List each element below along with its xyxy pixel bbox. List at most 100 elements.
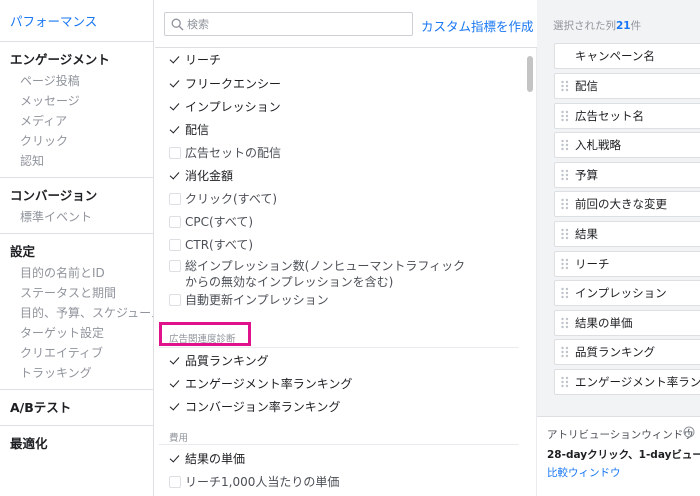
selected-column-delivery[interactable]: 配信 — [554, 73, 700, 99]
metric-label: エンゲージメント率ランキング — [185, 377, 353, 391]
drag-handle-icon[interactable] — [560, 139, 570, 151]
selected-columns-title-text: 選択された列 — [553, 20, 616, 32]
metrics-scrollbar[interactable] — [527, 56, 533, 92]
metric-ctr-all[interactable]: CTR(すべて) — [169, 237, 253, 253]
search-box[interactable] — [164, 12, 413, 36]
selected-column-label: 予算 — [575, 167, 598, 182]
metric-engagement-rate-ranking[interactable]: エンゲージメント率ランキング — [169, 376, 352, 392]
sidebar-item-creative[interactable]: クリエイティブ — [0, 343, 153, 363]
sidebar-item-objective-budget-schedule[interactable]: 目的、予算、スケジュール — [0, 303, 153, 323]
selected-column-engagement-rate-ranking[interactable]: エンゲージメント率ランキング — [554, 369, 700, 395]
metric-checkbox[interactable] — [169, 378, 181, 390]
sidebar-item-awareness[interactable]: 認知 — [0, 151, 153, 171]
metric-adset-delivery[interactable]: 広告セットの配信 — [169, 145, 281, 161]
metrics-column: カスタム指標を作成 リーチ フリークエンシー インプレッション 配信 広告セット… — [155, 0, 537, 496]
metric-cpc-all[interactable]: CPC(すべて) — [169, 214, 253, 230]
metric-amount-spent[interactable]: 消化金額 — [169, 168, 233, 184]
metric-label: 広告セットの配信 — [185, 146, 282, 160]
selected-columns-count: 21 — [616, 20, 631, 32]
create-custom-metric-link[interactable]: カスタム指標を作成 — [421, 16, 534, 35]
metric-checkbox[interactable] — [169, 147, 181, 159]
drag-handle-icon[interactable] — [560, 287, 570, 299]
metric-checkbox[interactable] — [169, 294, 181, 306]
category-sidebar: パフォーマンス エンゲージメント ページ投稿 メッセージ メディア クリック 認… — [0, 0, 154, 496]
selected-column-reach[interactable]: リーチ — [554, 250, 700, 277]
metric-checkbox[interactable] — [169, 260, 181, 272]
search-input[interactable] — [187, 15, 407, 33]
sidebar-item-ab-test[interactable]: A/Bテスト — [0, 394, 153, 419]
metric-checkbox[interactable] — [169, 476, 181, 488]
sidebar-item-messages[interactable]: メッセージ — [0, 91, 153, 111]
selected-column-label: 結果の単価 — [575, 315, 633, 330]
drag-handle-icon[interactable] — [560, 80, 570, 92]
selected-column-impressions[interactable]: インプレッション — [554, 280, 700, 307]
compare-windows-link[interactable]: 比較ウィンドウ — [547, 465, 621, 480]
metric-auto-refresh-impressions[interactable]: 自動更新インプレッション — [169, 292, 329, 308]
selected-column-adset-name[interactable]: 広告セット名 — [554, 102, 700, 129]
metric-gross-impressions[interactable]: 総インプレッション数(ノンヒューマントラフィック からの無効なインプレッションを… — [169, 258, 465, 290]
metric-checkbox[interactable] — [169, 124, 181, 136]
drag-handle-icon[interactable] — [560, 346, 570, 358]
metric-checkbox[interactable] — [169, 355, 181, 367]
sidebar-item-media[interactable]: メディア — [0, 111, 153, 131]
sidebar-item-performance[interactable]: パフォーマンス — [0, 8, 153, 33]
sidebar-section-optimization: 最適化 — [0, 426, 153, 461]
group-divider — [159, 444, 519, 445]
metric-label: 結果の単価 — [185, 452, 246, 466]
drag-handle-icon[interactable] — [560, 169, 570, 181]
selected-column-label: 結果 — [575, 227, 598, 241]
sidebar-item-standard-events[interactable]: 標準イベント — [0, 207, 153, 227]
selected-column-bid-strategy[interactable]: 入札戦略 — [554, 132, 700, 159]
metric-conversion-rate-ranking[interactable]: コンバージョン率ランキング — [169, 399, 340, 415]
sidebar-item-tracking[interactable]: トラッキング — [0, 363, 153, 383]
drag-handle-icon[interactable] — [560, 376, 570, 388]
highlight-annotation — [159, 322, 251, 346]
selected-column-results[interactable]: 結果 — [554, 221, 700, 247]
drag-handle-icon[interactable] — [560, 317, 570, 329]
metric-frequency[interactable]: フリークエンシー — [169, 76, 281, 92]
search-icon — [171, 18, 184, 31]
selected-column-cost-per-result[interactable]: 結果の単価 — [554, 309, 700, 336]
sidebar-item-objective-name-id[interactable]: 目的の名前とID — [0, 263, 153, 283]
metrics-list: リーチ フリークエンシー インプレッション 配信 広告セットの配信 消化金額 ク… — [155, 48, 537, 496]
sidebar-item-conversion[interactable]: コンバージョン — [0, 182, 153, 207]
metric-checkbox[interactable] — [169, 216, 181, 228]
metric-quality-ranking[interactable]: 品質ランキング — [169, 353, 269, 369]
metric-checkbox[interactable] — [169, 78, 181, 90]
drag-handle-icon[interactable] — [560, 198, 570, 210]
metric-label-line: からの無効なインプレッションを含む) — [185, 275, 394, 289]
metric-impressions[interactable]: インプレッション — [169, 99, 281, 115]
metric-checkbox[interactable] — [169, 170, 181, 182]
sidebar-section-performance: パフォーマンス — [0, 0, 153, 42]
metric-checkbox[interactable] — [169, 401, 181, 413]
metric-label: CPC(すべて) — [185, 215, 254, 229]
metric-cost-per-1000-reached[interactable]: リーチ1,000人当たりの単価 — [169, 474, 339, 490]
metric-cost-per-result[interactable]: 結果の単価 — [169, 451, 245, 467]
metric-delivery[interactable]: 配信 — [169, 122, 209, 138]
selected-columns-title: 選択された列21件 — [553, 18, 641, 33]
metric-checkbox[interactable] — [169, 239, 181, 251]
info-icon[interactable] — [683, 426, 695, 438]
sidebar-item-targeting[interactable]: ターゲット設定 — [0, 323, 153, 343]
sidebar-item-clicks[interactable]: クリック — [0, 131, 153, 151]
drag-handle-icon[interactable] — [560, 228, 570, 240]
metric-checkbox[interactable] — [169, 193, 181, 205]
metric-checkbox[interactable] — [169, 101, 181, 113]
sidebar-item-status-duration[interactable]: ステータスと期間 — [0, 283, 153, 303]
sidebar-item-page-posts[interactable]: ページ投稿 — [0, 71, 153, 91]
drag-handle-icon[interactable] — [560, 110, 570, 122]
sidebar-item-engagement[interactable]: エンゲージメント — [0, 46, 153, 71]
selected-column-budget[interactable]: 予算 — [554, 161, 700, 188]
metric-reach[interactable]: リーチ — [169, 52, 221, 68]
sidebar-item-settings[interactable]: 設定 — [0, 238, 153, 263]
metric-clicks-all[interactable]: クリック(すべて) — [169, 191, 277, 207]
selected-columns-panel: 選択された列21件 キャンペーン名 配信 広告セット名 入札戦略 予算 前回の大きな変更… — [537, 0, 700, 496]
drag-handle-icon[interactable] — [560, 258, 570, 270]
sidebar-item-optimization[interactable]: 最適化 — [0, 430, 153, 455]
sidebar-section-ab-test: A/Bテスト — [0, 390, 153, 426]
selected-column-label: 品質ランキング — [575, 345, 656, 360]
metric-checkbox[interactable] — [169, 54, 181, 66]
selected-column-last-significant-edit[interactable]: 前回の大きな変更 — [554, 191, 700, 218]
metric-checkbox[interactable] — [169, 453, 181, 465]
selected-column-quality-ranking[interactable]: 品質ランキング — [554, 339, 700, 366]
